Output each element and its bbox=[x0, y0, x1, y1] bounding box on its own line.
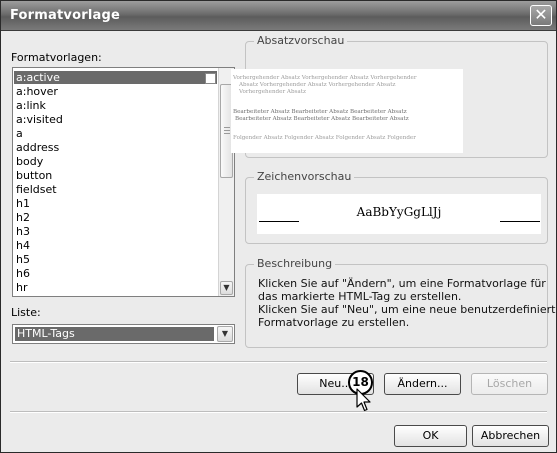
cancel-button[interactable]: Abbrechen bbox=[472, 425, 549, 447]
character-sample: AaBbYyGgLlJj bbox=[356, 205, 442, 219]
window-title: Formatvorlage bbox=[10, 8, 120, 23]
grip-line bbox=[224, 127, 230, 128]
dropdown-button[interactable]: ▼ bbox=[217, 326, 233, 342]
list-item[interactable]: h5 bbox=[16, 253, 30, 266]
list-item[interactable]: body bbox=[16, 155, 43, 168]
modify-button[interactable]: Ändern... bbox=[384, 373, 461, 395]
styles-list[interactable]: a:active a:hover a:link a:visited a addr… bbox=[12, 67, 235, 297]
list-item[interactable]: h3 bbox=[16, 225, 30, 238]
list-item[interactable]: address bbox=[16, 141, 59, 154]
description-line: Klicken Sie auf "Ändern", um eine Format… bbox=[258, 277, 546, 290]
delete-button[interactable]: Löschen bbox=[471, 373, 548, 395]
list-item[interactable]: h6 bbox=[16, 267, 30, 280]
focus-indicator bbox=[205, 73, 216, 84]
list-item[interactable]: h2 bbox=[16, 211, 30, 224]
separator bbox=[10, 361, 547, 363]
chevron-down-icon: ▼ bbox=[221, 329, 229, 338]
styles-label: Formatvorlagen: bbox=[11, 51, 102, 64]
description-line: das markierte HTML-Tag zu erstellen. bbox=[258, 290, 462, 303]
close-icon: ✕ bbox=[534, 5, 548, 24]
description-title: Beschreibung bbox=[254, 257, 336, 270]
list-item[interactable]: hr bbox=[16, 281, 28, 294]
description-line: Formatvorlage zu erstellen. bbox=[258, 316, 410, 329]
list-type-select[interactable]: HTML-Tags ▼ bbox=[12, 324, 235, 344]
formatvorlage-dialog: Formatvorlage ✕ Formatvorlagen: a:active… bbox=[0, 0, 557, 453]
description-line: Klicken Sie auf "Neu", um eine neue benu… bbox=[258, 303, 557, 316]
preview-line: Absatz Vorhergehender Absatz Vorhergehen… bbox=[239, 82, 396, 88]
list-item[interactable]: a:visited bbox=[16, 113, 63, 126]
list-item[interactable]: a:active bbox=[14, 71, 217, 84]
list-item[interactable]: a bbox=[16, 127, 23, 140]
list-item[interactable]: button bbox=[16, 169, 52, 182]
paragraph-preview: Vorhergehender Absatz Vorhergehender Abs… bbox=[231, 69, 463, 153]
separator bbox=[10, 411, 547, 413]
preview-line: Bearbeiteter Absatz Bearbeiteter Absatz … bbox=[235, 116, 409, 122]
grip-line bbox=[224, 130, 230, 131]
chevron-down-icon: ▼ bbox=[223, 283, 230, 292]
list-item[interactable]: h1 bbox=[16, 197, 30, 210]
preview-line: Vorhergehender Absatz bbox=[239, 89, 306, 95]
list-item[interactable]: fieldset bbox=[16, 183, 57, 196]
list-type-value: HTML-Tags bbox=[15, 327, 214, 341]
character-preview-title: Zeichenvorschau bbox=[254, 170, 355, 183]
grip-line bbox=[224, 133, 230, 134]
preview-line: Folgender Absatz Folgender Absatz Folgen… bbox=[233, 135, 416, 141]
mouse-cursor-icon bbox=[356, 388, 371, 412]
baseline-left bbox=[259, 221, 299, 222]
paragraph-preview-title: Absatzvorschau bbox=[254, 34, 348, 47]
baseline-right bbox=[500, 221, 540, 222]
list-item[interactable]: h4 bbox=[16, 239, 30, 252]
title-bar[interactable]: Formatvorlage ✕ bbox=[1, 1, 556, 31]
close-button[interactable]: ✕ bbox=[530, 5, 552, 26]
character-preview: AaBbYyGgLlJj bbox=[257, 194, 541, 234]
list-item[interactable]: a:link bbox=[16, 99, 46, 112]
list-item[interactable]: a:hover bbox=[16, 85, 58, 98]
preview-line: Vorhergehender Absatz Vorhergehender Abs… bbox=[233, 75, 417, 81]
scroll-down-button[interactable]: ▼ bbox=[220, 281, 233, 295]
ok-button[interactable]: OK bbox=[394, 425, 467, 447]
preview-line: Bearbeiteter Absatz Bearbeiteter Absatz … bbox=[233, 109, 407, 115]
list-label: Liste: bbox=[11, 306, 41, 319]
